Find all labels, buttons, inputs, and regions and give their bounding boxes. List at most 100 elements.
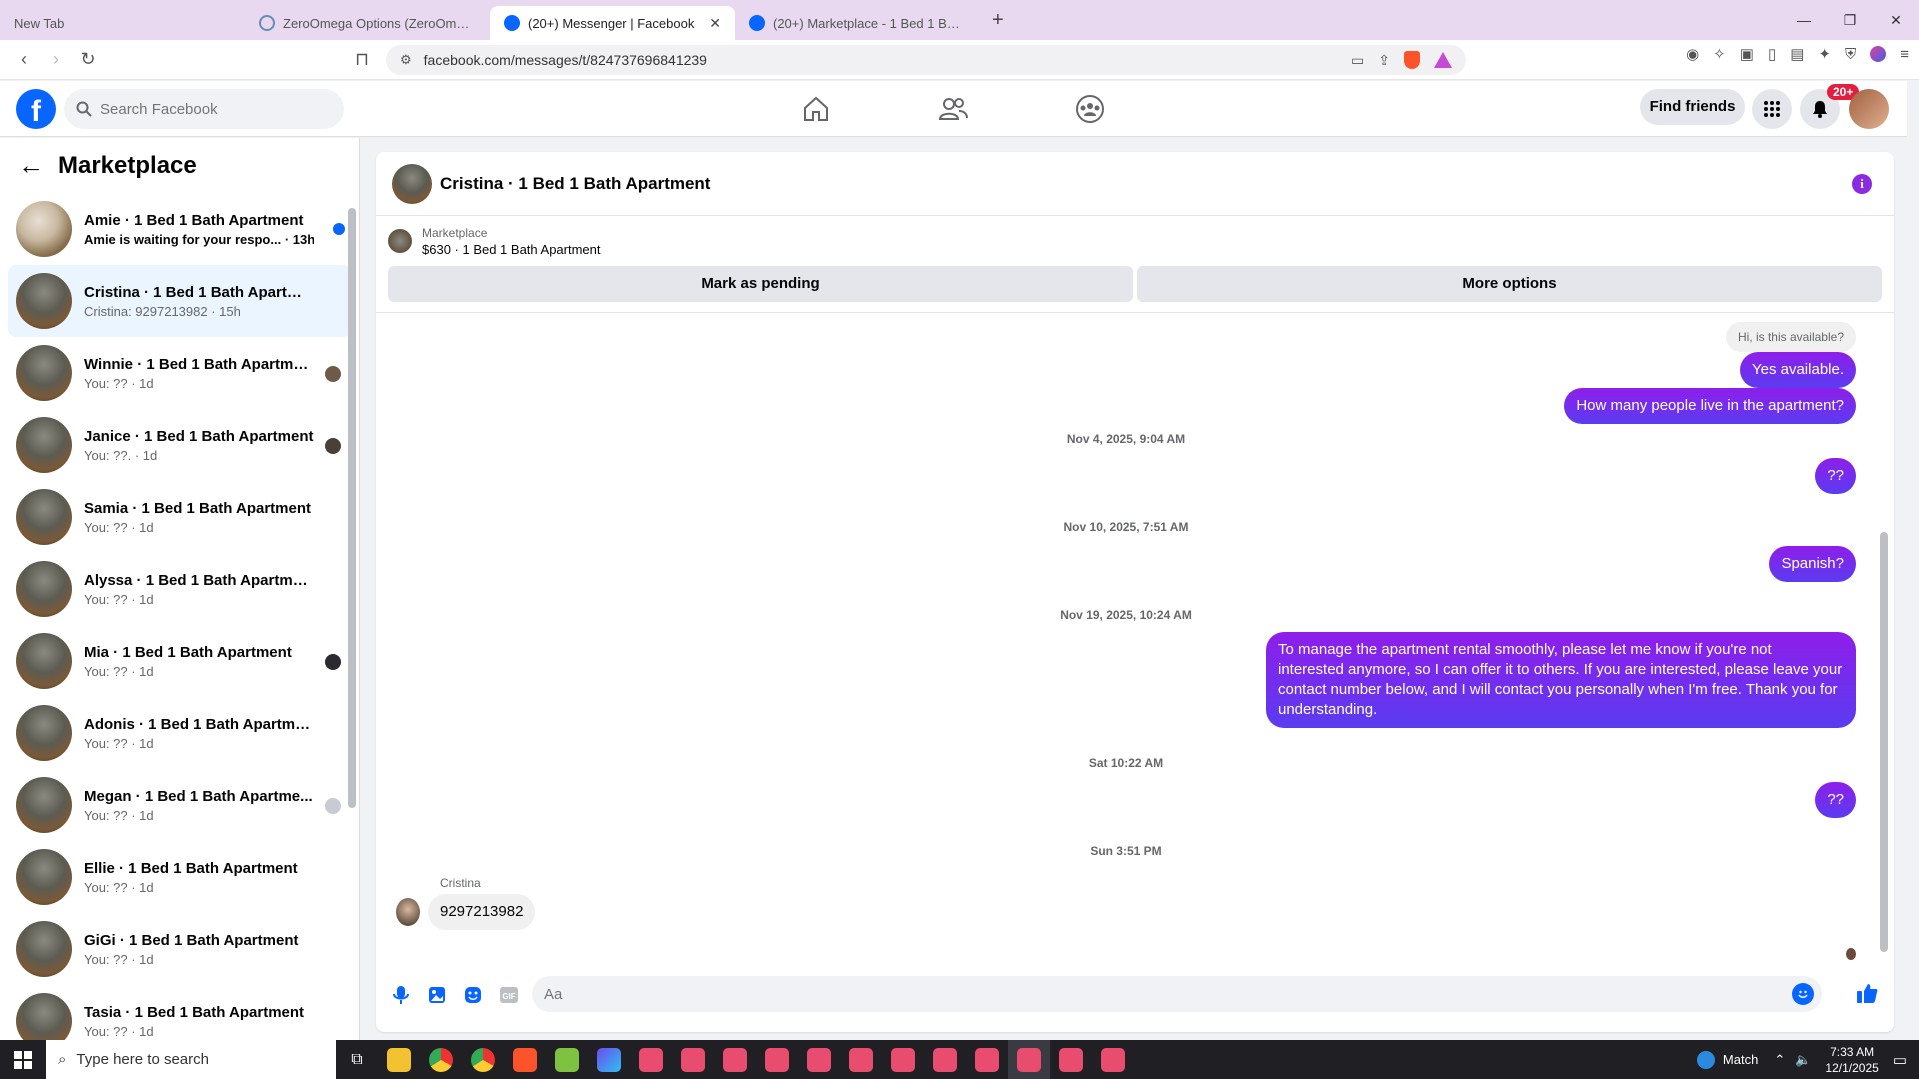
chevron-up-icon[interactable]: ⌃ <box>1774 1052 1785 1068</box>
sticker-icon[interactable] <box>462 984 484 1006</box>
find-friends-button[interactable]: Find friends <box>1640 89 1745 125</box>
conversation-item[interactable]: Cristina · 1 Bed 1 Bath Apartment Cristin… <box>8 265 351 337</box>
brave-window-icon[interactable] <box>630 1040 672 1079</box>
scrollbar-thumb[interactable] <box>348 208 356 808</box>
brave-shield-icon[interactable] <box>1404 51 1420 69</box>
facebook-logo[interactable]: f <box>16 89 56 129</box>
message-input[interactable] <box>544 985 1744 1003</box>
bookmark-icon[interactable]: ⊓ <box>346 49 378 70</box>
volume-icon[interactable]: 🔈 <box>1795 1052 1811 1068</box>
chat-scrollbar[interactable] <box>1880 322 1888 952</box>
start-button[interactable] <box>0 1040 46 1079</box>
conversation-item[interactable]: Tasia · 1 Bed 1 Bath Apartment You: ?? · … <box>8 985 351 1040</box>
outgoing-message[interactable]: ?? <box>1815 782 1856 818</box>
conversation-item[interactable]: Janice · 1 Bed 1 Bath Apartment You: ??. … <box>8 409 351 481</box>
brave-window-icon[interactable] <box>882 1040 924 1079</box>
new-tab-icon[interactable]: + <box>992 9 1004 32</box>
info-icon[interactable]: i <box>1852 174 1872 194</box>
conversation-item[interactable]: GiGi · 1 Bed 1 Bath Apartment You: ?? · 1… <box>8 913 351 985</box>
message-input-field[interactable] <box>532 976 1822 1012</box>
conversation-item[interactable]: Winnie · 1 Bed 1 Bath Apartme... You: ?? … <box>8 337 351 409</box>
conversation-item[interactable]: Ellie · 1 Bed 1 Bath Apartment You: ?? · … <box>8 841 351 913</box>
tab-marketplace[interactable]: (20+) Marketplace - 1 Bed 1 Bath Apartme… <box>735 6 980 40</box>
chrome-icon[interactable] <box>462 1040 504 1079</box>
reload-icon[interactable]: ↻ <box>72 49 104 70</box>
sidebar-toggle-icon[interactable]: ▯ <box>1768 45 1776 63</box>
listing-thumbnail[interactable] <box>392 163 432 204</box>
record-icon[interactable]: ◉ <box>1686 45 1699 63</box>
facebook-search[interactable] <box>64 89 344 129</box>
more-options-button[interactable]: More options <box>1137 266 1882 302</box>
extensions-icon[interactable]: ✧ <box>1713 45 1726 63</box>
wallet-icon[interactable]: ▤ <box>1790 45 1804 63</box>
home-icon[interactable] <box>800 93 832 125</box>
weather-icon[interactable] <box>1696 1050 1715 1069</box>
conversation-item[interactable]: Alyssa · 1 Bed 1 Bath Apartment You: ?? ·… <box>8 553 351 625</box>
sender-avatar[interactable] <box>396 898 420 926</box>
search-input[interactable] <box>100 100 320 118</box>
emoji-icon[interactable] <box>1792 983 1814 1005</box>
back-icon[interactable]: ‹ <box>8 49 40 70</box>
chrome-icon[interactable] <box>420 1040 462 1079</box>
mark-as-pending-button[interactable]: Mark as pending <box>388 266 1133 302</box>
brave-window-icon[interactable] <box>924 1040 966 1079</box>
weather-label[interactable]: Match <box>1723 1052 1758 1067</box>
outgoing-message[interactable]: Spanish? <box>1769 546 1856 582</box>
conversation-item[interactable]: Megan · 1 Bed 1 Bath Apartme... You: ?? ·… <box>8 769 351 841</box>
brave-window-icon[interactable] <box>714 1040 756 1079</box>
brave-window-icon[interactable] <box>1092 1040 1134 1079</box>
capture-icon[interactable]: ▣ <box>1740 45 1754 63</box>
outgoing-message[interactable]: How many people live in the apartment? <box>1564 388 1856 424</box>
outgoing-message[interactable]: To manage the apartment rental smoothly,… <box>1266 632 1856 728</box>
close-window-icon[interactable]: ✕ <box>1873 12 1919 29</box>
gif-icon[interactable]: GIF <box>498 984 520 1006</box>
leo-icon[interactable]: ✦ <box>1818 45 1831 63</box>
brave-window-icon[interactable] <box>672 1040 714 1079</box>
brave-window-icon[interactable] <box>1008 1040 1050 1079</box>
brave-window-icon[interactable] <box>798 1040 840 1079</box>
profile-icon[interactable] <box>1870 46 1887 62</box>
conversation-item[interactable]: Amie · 1 Bed 1 Bath Apartment Amie is wai… <box>8 193 351 265</box>
share-icon[interactable]: ⇪ <box>1378 52 1390 69</box>
forward-icon[interactable]: › <box>40 49 72 70</box>
notification-center-icon[interactable]: ▭ <box>1893 1051 1907 1069</box>
close-tab-icon[interactable]: ✕ <box>709 15 721 32</box>
tab-new-tab[interactable]: New Tab <box>0 6 245 40</box>
menu-icon[interactable]: ≡ <box>1900 46 1909 63</box>
vpn-icon[interactable]: ⛨ <box>1845 46 1856 63</box>
brave-icon[interactable] <box>504 1040 546 1079</box>
sidebar-scrollbar[interactable] <box>348 198 356 808</box>
brave-window-icon[interactable] <box>966 1040 1008 1079</box>
friends-icon[interactable] <box>937 93 969 125</box>
brave-rewards-icon[interactable] <box>1434 52 1452 68</box>
site-info-icon[interactable]: ⚙ <box>400 52 412 68</box>
notepad-icon[interactable] <box>546 1040 588 1079</box>
cast-icon[interactable]: ▭ <box>1351 52 1364 69</box>
vpn-app-icon[interactable] <box>588 1040 630 1079</box>
chat-title[interactable]: Cristina · 1 Bed 1 Bath Apartment <box>440 174 710 194</box>
clock[interactable]: 7:33 AM 12/1/2025 <box>1825 1044 1878 1076</box>
outgoing-message[interactable]: ?? <box>1815 458 1856 494</box>
listing-summary[interactable]: Marketplace $630 · 1 Bed 1 Bath Apartmen… <box>376 216 1894 266</box>
maximize-icon[interactable]: ❐ <box>1827 12 1873 29</box>
minimize-icon[interactable]: — <box>1781 12 1827 28</box>
account-avatar[interactable] <box>1849 89 1889 129</box>
incoming-message[interactable]: 9297213982 <box>428 894 536 930</box>
file-explorer-icon[interactable] <box>378 1040 420 1079</box>
brave-window-icon[interactable] <box>840 1040 882 1079</box>
like-icon[interactable] <box>1856 982 1878 1004</box>
conversation-item[interactable]: Mia · 1 Bed 1 Bath Apartment You: ?? · 1d <box>8 625 351 697</box>
brave-window-icon[interactable] <box>1050 1040 1092 1079</box>
task-view-icon[interactable]: ⧉ <box>336 1040 378 1079</box>
groups-icon[interactable] <box>1074 93 1106 125</box>
outgoing-message[interactable]: Yes available. <box>1739 352 1856 388</box>
conversation-item[interactable]: Adonis · 1 Bed 1 Bath Apartment You: ?? ·… <box>8 697 351 769</box>
tab-messenger[interactable]: (20+) Messenger | Facebook ✕ <box>490 6 735 40</box>
scrollbar-thumb[interactable] <box>1880 532 1888 952</box>
microphone-icon[interactable] <box>390 984 412 1006</box>
conversation-item[interactable]: Samia · 1 Bed 1 Bath Apartment You: ?? · … <box>8 481 351 553</box>
menu-grid-button[interactable] <box>1752 89 1792 129</box>
tab-zeroomega[interactable]: ZeroOmega Options (ZeroOmega) <box>245 6 490 40</box>
taskbar-search[interactable]: ⌕ Type here to search <box>46 1040 336 1079</box>
address-bar[interactable]: ⚙ facebook.com/messages/t/82473769684123… <box>386 45 1466 75</box>
